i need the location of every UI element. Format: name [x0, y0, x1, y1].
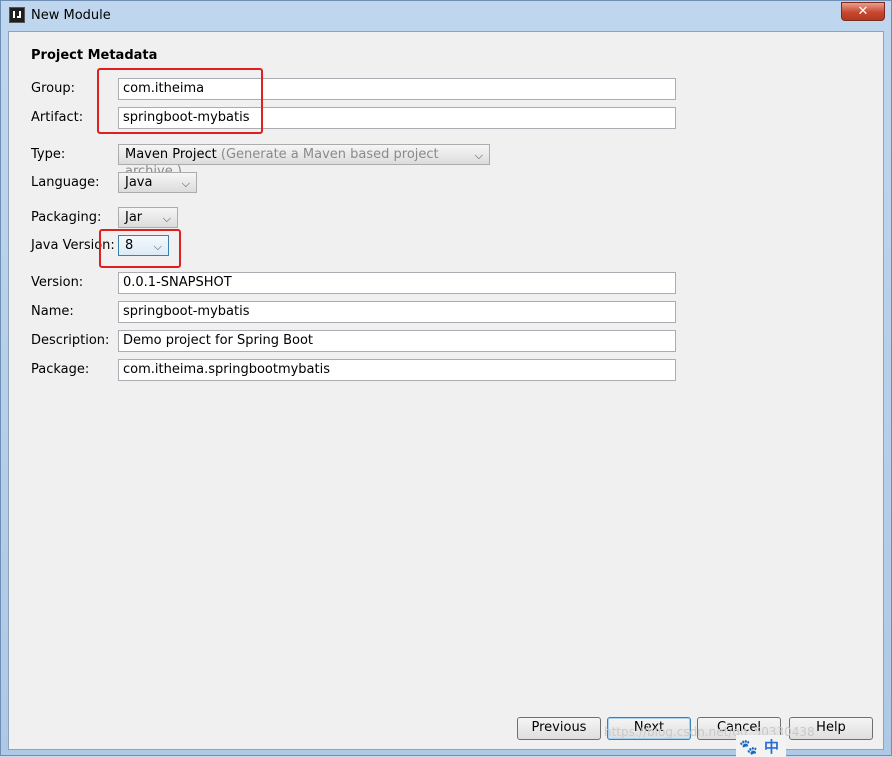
packaging-select-value: Jar: [125, 210, 143, 225]
description-label: Description:: [31, 333, 110, 348]
language-label: Language:: [31, 175, 100, 190]
packaging-label: Packaging:: [31, 210, 102, 225]
dialog-content: Project Metadata Group: com.itheima Arti…: [8, 31, 884, 750]
type-select[interactable]: Maven Project (Generate a Maven based pr…: [118, 144, 490, 179]
chevron-down-icon: ⌵: [181, 177, 190, 190]
version-field[interactable]: 0.0.1-SNAPSHOT: [118, 272, 676, 294]
paw-icon: 🐾: [739, 738, 758, 756]
language-select-value: Java: [125, 175, 153, 190]
annotation-box-group-artifact: [97, 68, 263, 134]
chevron-down-icon: ⌵: [474, 149, 483, 162]
artifact-label: Artifact:: [31, 110, 84, 125]
type-label: Type:: [31, 147, 66, 162]
packaging-select[interactable]: Jar ⌵: [118, 207, 178, 228]
window-title: New Module: [31, 8, 111, 23]
group-label: Group:: [31, 81, 75, 96]
section-title: Project Metadata: [31, 48, 158, 63]
name-label: Name:: [31, 304, 74, 319]
chevron-down-icon: ⌵: [162, 212, 171, 225]
annotation-box-java-version: [99, 229, 181, 268]
name-field[interactable]: springboot-mybatis: [118, 301, 676, 323]
ime-indicator[interactable]: 🐾 中: [736, 735, 786, 757]
title-bar[interactable]: New Module ✕: [1, 1, 891, 31]
intellij-icon: [9, 7, 25, 23]
package-field[interactable]: com.itheima.springbootmybatis: [118, 359, 676, 381]
new-module-dialog: New Module ✕ Project Metadata Group: com…: [0, 0, 892, 757]
type-select-value: Maven Project: [125, 147, 217, 162]
close-button[interactable]: ✕: [841, 2, 885, 21]
previous-button[interactable]: Previous: [517, 717, 601, 740]
version-label: Version:: [31, 275, 84, 290]
language-select[interactable]: Java ⌵: [118, 172, 197, 193]
ime-mode: 中: [764, 738, 780, 756]
description-field[interactable]: Demo project for Spring Boot: [118, 330, 676, 352]
package-label: Package:: [31, 362, 90, 377]
